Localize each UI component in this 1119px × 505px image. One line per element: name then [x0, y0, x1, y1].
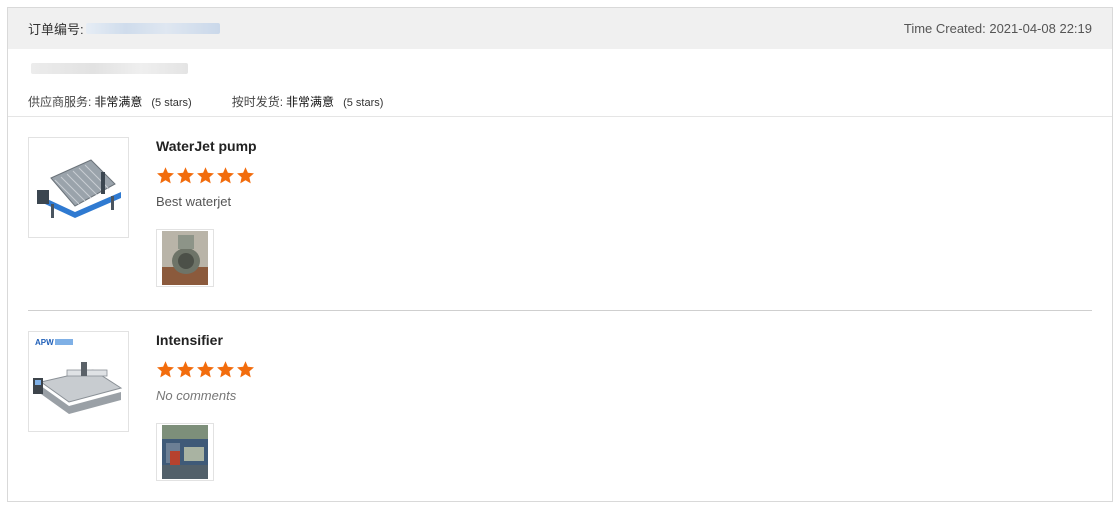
review-comment: No comments — [156, 388, 237, 403]
rating-label: 供应商服务: — [28, 95, 92, 109]
factory-photo — [162, 425, 208, 479]
order-number-redacted — [85, 23, 220, 34]
star-icon — [217, 361, 234, 378]
product-name[interactable]: Intensifier — [156, 332, 255, 348]
product-reviews: WaterJet pump Best waterjet APW Intensif… — [8, 117, 1112, 503]
star-icon — [237, 167, 254, 184]
rating-supplier-service: 供应商服务: 非常满意 (5 stars) — [28, 93, 192, 110]
rating-stars-text: (5 stars) — [343, 97, 384, 109]
star-icon — [177, 167, 194, 184]
product-review: APW Intensifier No comments — [28, 310, 1092, 503]
pump-part-photo — [162, 231, 208, 285]
product-thumbnail[interactable] — [28, 137, 129, 238]
rating-on-time-delivery: 按时发货: 非常满意 (5 stars) — [232, 93, 384, 110]
review-card: 订单编号: Time Created: 2021-04-08 22:19 供应商… — [7, 7, 1113, 502]
review-photo[interactable] — [156, 229, 214, 287]
summary-redacted — [31, 63, 188, 74]
order-number: 订单编号: — [28, 19, 220, 38]
waterjet-machine-image — [36, 158, 121, 218]
svg-text:APW: APW — [35, 338, 54, 347]
star-rating — [156, 166, 257, 185]
rating-value: 非常满意 — [286, 95, 335, 109]
star-icon — [157, 361, 174, 378]
star-icon — [197, 167, 214, 184]
star-icon — [177, 361, 194, 378]
review-comment: Best waterjet — [156, 194, 232, 209]
order-header: 订单编号: Time Created: 2021-04-08 22:19 — [8, 8, 1112, 49]
product-review: WaterJet pump Best waterjet — [28, 117, 1092, 310]
star-icon — [237, 361, 254, 378]
order-number-label: 订单编号: — [28, 22, 84, 37]
seller-ratings-summary: 供应商服务: 非常满意 (5 stars) 按时发货: 非常满意 (5 star… — [8, 49, 1112, 117]
time-created: Time Created: 2021-04-08 22:19 — [903, 21, 1092, 36]
rating-label: 按时发货: — [231, 95, 284, 109]
review-photo[interactable] — [156, 423, 214, 481]
star-icon — [197, 361, 214, 378]
product-thumbnail[interactable]: APW — [28, 331, 129, 432]
rating-stars-text: (5 stars) — [151, 97, 192, 109]
apw-waterjet-machine-image: APW — [32, 338, 122, 414]
product-name[interactable]: WaterJet pump — [156, 138, 257, 154]
rating-value: 非常满意 — [94, 95, 143, 109]
star-icon — [217, 167, 234, 184]
star-rating — [156, 360, 255, 379]
star-icon — [157, 167, 174, 184]
